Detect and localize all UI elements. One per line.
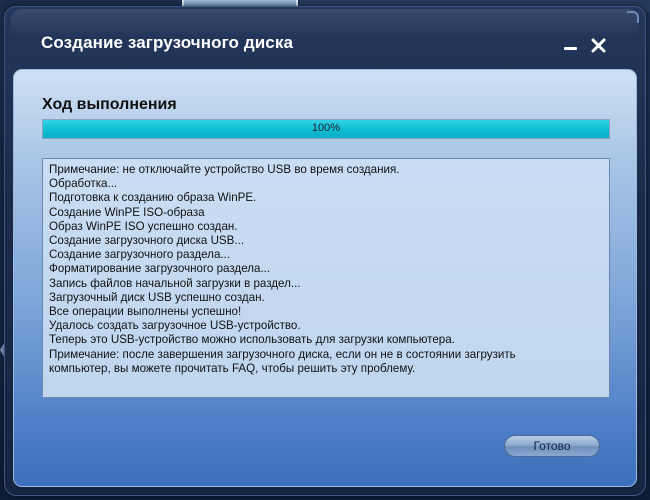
log-line: Загрузочный диск USB успешно создан. — [49, 290, 265, 304]
log-line: Удалось создать загрузочное USB-устройст… — [49, 319, 301, 333]
minimize-icon — [564, 47, 577, 50]
dialog-title: Создание загрузочного диска — [41, 33, 294, 52]
done-button[interactable]: Готово — [504, 435, 600, 457]
log-line: компьютер, вы можете прочитать FAQ, чтоб… — [49, 361, 416, 375]
progress-heading: Ход выполнения — [42, 96, 177, 113]
log-line: Создание загрузочного раздела... — [49, 248, 231, 262]
content-panel: Ход выполнения 100% Примечание: не отклю… — [13, 69, 637, 487]
corner-decoration — [627, 11, 639, 23]
log-line: Запись файлов начальной загрузки в разде… — [49, 276, 301, 290]
log-line: Создание WinPE ISO-образа — [49, 205, 205, 219]
log-line: Примечание: не отключайте устройство USB… — [49, 163, 400, 176]
log-line: Создание загрузочного диска USB... — [49, 234, 245, 248]
minimize-button[interactable] — [561, 35, 581, 55]
log-line: Примечание: после завершения загрузочног… — [49, 347, 516, 361]
log-line: Форматирование загрузочного раздела... — [49, 262, 271, 276]
close-button[interactable] — [589, 35, 609, 55]
progress-bar: 100% — [42, 119, 610, 139]
log-line: Обработка... — [49, 177, 118, 191]
log-line: Теперь это USB-устройство можно использо… — [49, 333, 455, 347]
bootable-disk-dialog: Создание загрузочного диска Ход выполнен… — [4, 6, 646, 496]
log-line: Все операции выполнены успешно! — [49, 305, 242, 319]
log-textarea[interactable]: Примечание: не отключайте устройство USB… — [42, 158, 610, 398]
close-icon — [591, 38, 606, 53]
log-line: Образ WinPE ISO успешно создан. — [49, 219, 238, 233]
progress-percent: 100% — [311, 122, 341, 134]
log-line: Подготовка к созданию образа WinPE. — [49, 191, 257, 205]
